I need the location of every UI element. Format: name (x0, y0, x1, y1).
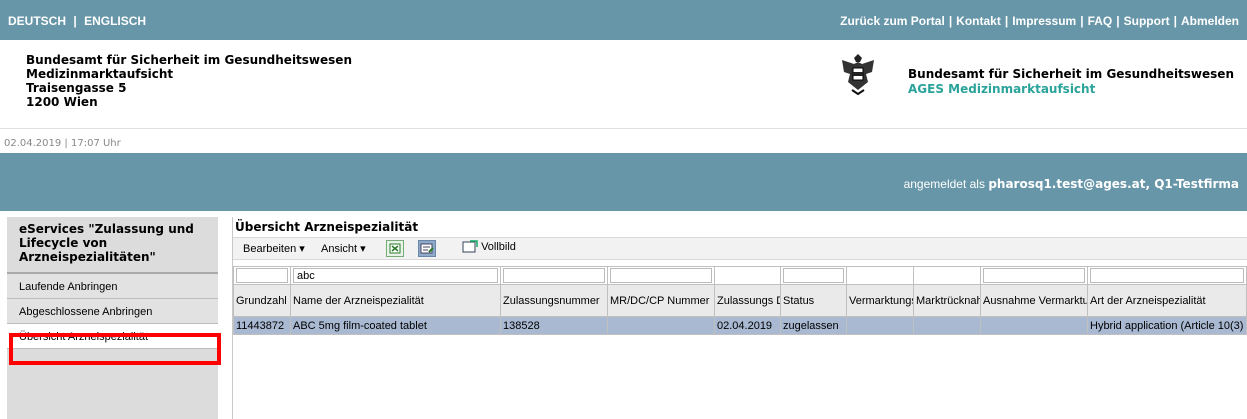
date-line: 02.04.2019 | 17:07 Uhr (0, 128, 1247, 153)
logged-in-name: pharosq1.test@ages.at, Q1-Testfirma (988, 177, 1239, 191)
link-faq[interactable]: FAQ (1088, 14, 1113, 28)
table-cell: 02.04.2019 (714, 316, 781, 335)
lang-separator: | (73, 14, 77, 28)
view-menu-label: Ansicht (321, 243, 358, 255)
date-time: 02.04.2019 | 17:07 Uhr (4, 138, 121, 149)
filter-row (233, 266, 1247, 285)
fullscreen-icon (462, 240, 478, 253)
lang-deutsch-link[interactable]: DEUTSCH (8, 14, 66, 28)
filter-zulassungsnummer-input[interactable] (503, 268, 605, 283)
filter-cell (780, 266, 847, 285)
address-line: Bundesamt für Sicherheit im Gesundheitsw… (26, 53, 352, 67)
sidebar: eServices "Zulassung und Lifecycle von A… (7, 217, 221, 419)
filter-cell (846, 266, 914, 285)
sidebar-item-abgeschlossene[interactable]: Abgeschlossene Anbringen (7, 299, 218, 324)
column-header[interactable]: MR/DC/CP Nummer (607, 284, 715, 317)
filter-cell (233, 266, 291, 285)
logged-in-prefix: angemeldet als (903, 177, 985, 191)
main-panel: Übersicht Arzneispezialität Bearbeiten ▾… (232, 217, 1247, 419)
panel-title: Übersicht Arzneispezialität (235, 220, 419, 234)
column-header[interactable]: Zulassungs Datum (714, 284, 781, 317)
link-impressum[interactable]: Impressum (1012, 14, 1076, 28)
column-header[interactable]: Vermarktungs Datum (846, 284, 914, 317)
austrian-eagle-icon (842, 54, 874, 96)
edit-menu[interactable]: Bearbeiten ▾ (243, 242, 305, 255)
filter-cell (714, 266, 781, 285)
filter-art-input[interactable] (1090, 268, 1244, 283)
chevron-down-icon: ▾ (299, 243, 305, 255)
filter-cell (500, 266, 608, 285)
toolbar: Bearbeiten ▾ Ansicht ▾ Vollbild (233, 237, 1247, 260)
user-bar: angemeldet als pharosq1.test@ages.at, Q1… (0, 153, 1247, 211)
filter-name-input[interactable] (293, 268, 498, 283)
column-header[interactable]: Name der Arzneispezialität (290, 284, 501, 317)
column-header[interactable]: Grundzahl (233, 284, 291, 317)
excel-export-icon[interactable] (386, 240, 404, 257)
address-line: Traisengasse 5 (26, 81, 127, 95)
brand-block: Bundesamt für Sicherheit im Gesundheitsw… (908, 67, 1234, 97)
filter-status-input[interactable] (783, 268, 844, 283)
filter-edit-icon[interactable] (418, 240, 436, 257)
filter-mrdccp-input[interactable] (610, 268, 712, 283)
top-links: Zurück zum Portal | Kontakt | Impressum | FAQ |… (840, 14, 1239, 28)
fullscreen-label: Vollbild (481, 240, 516, 253)
filter-cell (607, 266, 715, 285)
table-cell (607, 316, 715, 335)
table-cell: Hybrid application (Article 10(3) (1087, 316, 1247, 335)
fullscreen-button[interactable]: Vollbild (462, 240, 516, 254)
filter-grundzahl-input[interactable] (236, 268, 288, 283)
filter-cell (290, 266, 501, 285)
header-row: Grundzahl Name der Arzneispezialität Zul… (233, 284, 1247, 317)
table-cell (846, 316, 914, 335)
address-line: 1200 Wien (26, 95, 98, 109)
address-line: Medizinmarktaufsicht (26, 67, 174, 81)
lang-englisch-link[interactable]: ENGLISCH (84, 14, 146, 28)
filter-cell (980, 266, 1088, 285)
link-support[interactable]: Support (1124, 14, 1170, 28)
filter-cell (913, 266, 981, 285)
link-portal[interactable]: Zurück zum Portal (840, 14, 945, 28)
column-header[interactable]: Art der Arzneispezialität (1087, 284, 1247, 317)
address-block: Bundesamt für Sicherheit im Gesundheitsw… (26, 53, 352, 109)
sidebar-item-laufende[interactable]: Laufende Anbringen (7, 274, 218, 299)
column-header[interactable]: Ausnahme Vermarktung (980, 284, 1088, 317)
table-cell: ABC 5mg film-coated tablet (290, 316, 501, 335)
sidebar-title: eServices "Zulassung und Lifecycle von A… (7, 217, 218, 274)
view-menu[interactable]: Ansicht ▾ (321, 242, 366, 255)
top-bar: DEUTSCH | ENGLISCH Zurück zum Portal | Kon… (0, 0, 1247, 40)
data-table: Grundzahl Name der Arzneispezialität Zul… (233, 266, 1247, 335)
brand-subtitle: AGES Medizinmarktaufsicht (908, 82, 1096, 96)
sidebar-item-uebersicht[interactable]: Übersicht Arzneispezialität (7, 324, 218, 349)
logged-in-user: angemeldet als pharosq1.test@ages.at, Q1… (904, 177, 1239, 191)
column-header[interactable]: Zulassungsnummer (500, 284, 608, 317)
filter-ausnahme-input[interactable] (983, 268, 1085, 283)
language-switch: DEUTSCH | ENGLISCH (8, 14, 146, 28)
edit-menu-label: Bearbeiten (243, 243, 297, 255)
table-cell (980, 316, 1088, 335)
page-header: Bundesamt für Sicherheit im Gesundheitsw… (0, 40, 1247, 128)
filter-cell (1087, 266, 1247, 285)
table-cell: zugelassen (780, 316, 847, 335)
chevron-down-icon: ▾ (360, 243, 366, 255)
link-kontakt[interactable]: Kontakt (956, 14, 1001, 28)
brand-title: Bundesamt für Sicherheit im Gesundheitsw… (908, 67, 1234, 81)
column-header[interactable]: Marktrücknahme Datum (913, 284, 981, 317)
link-abmelden[interactable]: Abmelden (1181, 14, 1239, 28)
table-cell: 11443872 (233, 316, 291, 335)
table-row[interactable]: 11443872 ABC 5mg film-coated tablet 1385… (233, 316, 1247, 335)
table-cell: 138528 (500, 316, 608, 335)
column-header[interactable]: Status (780, 284, 847, 317)
table-cell (913, 316, 981, 335)
